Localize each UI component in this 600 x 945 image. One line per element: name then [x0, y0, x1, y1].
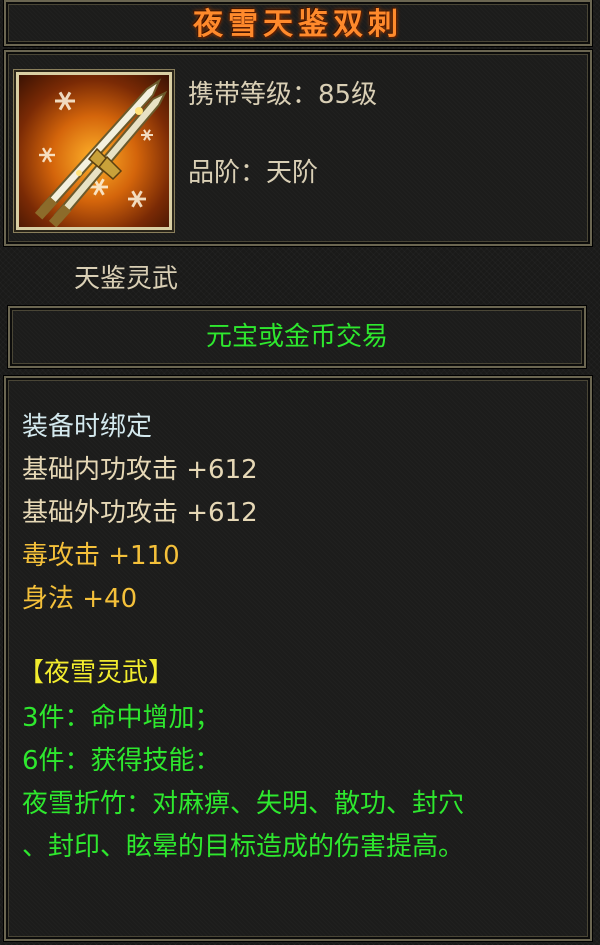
stat-outer-attack: 基础外功攻击 +612 [22, 498, 258, 528]
bind-status: 装备时绑定 [22, 412, 153, 442]
stat-inner-attack: 基础内功攻击 +612 [22, 455, 258, 485]
stat-poison-attack: 毒攻击 +110 [22, 541, 180, 571]
item-tooltip: 夜雪天鉴双刺 携带等级：85级 品阶：天阶 天鉴灵武 元宝或金币交易 装备时绑定… [0, 0, 600, 945]
carry-level: 携带等级：85级 [188, 80, 378, 110]
set-title: 【夜雪灵武】 [18, 658, 175, 688]
item-grade: 品阶：天阶 [188, 158, 319, 188]
set-group-label: 天鉴灵武 [74, 264, 179, 294]
set-skill-line-2: 、封印、眩晕的目标造成的伤害提高。 [22, 832, 465, 862]
set-skill-line-1: 夜雪折竹：对麻痹、失明、散功、封穴 [22, 789, 465, 819]
trade-method: 元宝或金币交易 [205, 322, 388, 352]
set-bonus-3: 3件：命中增加； [22, 703, 221, 733]
title-panel: 夜雪天鉴双刺 [4, 0, 592, 46]
trade-panel: 元宝或金币交易 [8, 306, 586, 368]
set-bonus-6: 6件：获得技能： [22, 746, 221, 776]
twin-dagger-icon[interactable] [16, 72, 172, 230]
twin-dagger-icon-art [34, 78, 168, 227]
stat-agility: 身法 +40 [22, 584, 138, 614]
item-name: 夜雪天鉴双刺 [193, 7, 403, 42]
